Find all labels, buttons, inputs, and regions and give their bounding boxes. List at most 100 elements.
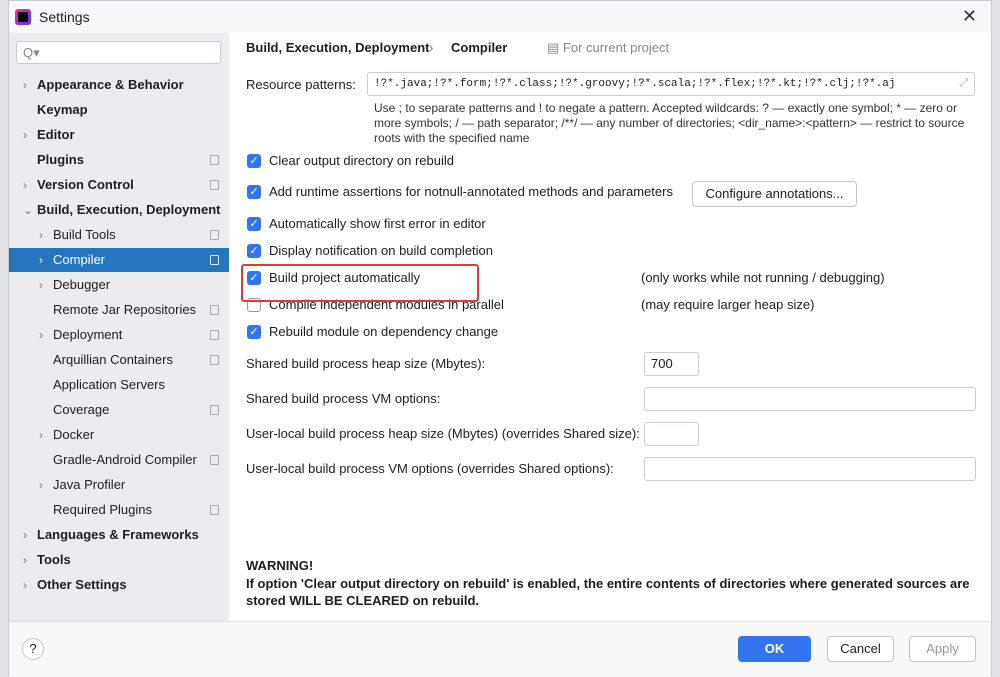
resource-patterns-value: !?*.java;!?*.form;!?*.class;!?*.groovy;!…	[374, 78, 896, 90]
sidebar-item-label: Editor	[37, 127, 75, 142]
sidebar-item-label: Other Settings	[37, 577, 127, 592]
chevron-icon[interactable]: ⌄	[23, 198, 33, 222]
resource-patterns-label: Resource patterns:	[246, 77, 356, 92]
option-note: (may require larger heap size)	[641, 297, 815, 312]
project-scope-icon	[210, 305, 219, 315]
project-scope-icon	[210, 405, 219, 415]
sidebar-item-label: Keymap	[37, 102, 88, 117]
checkbox-label[interactable]: Clear output directory on rebuild	[269, 153, 454, 168]
sidebar-item[interactable]: Keymap	[9, 98, 229, 122]
field-input[interactable]	[644, 457, 976, 481]
chevron-icon[interactable]: ›	[23, 173, 27, 197]
expand-icon[interactable]: ⤢	[959, 73, 968, 95]
apply-button[interactable]: Apply	[909, 636, 976, 662]
sidebar-item[interactable]: › Compiler	[9, 248, 229, 272]
sidebar-item-label: Arquillian Containers	[53, 352, 173, 367]
help-button[interactable]: ?	[22, 638, 44, 660]
sidebar-item-label: Version Control	[37, 177, 134, 192]
scope-label: ▤ For current project	[547, 40, 669, 56]
breadcrumb-separator: ›	[429, 40, 434, 55]
sidebar-item-label: Remote Jar Repositories	[53, 302, 197, 317]
project-scope-icon	[210, 230, 219, 240]
sidebar-item[interactable]: › Deployment	[9, 323, 229, 347]
sidebar-item[interactable]: Gradle-Android Compiler	[9, 448, 229, 472]
sidebar-item-label: Debugger	[53, 277, 111, 292]
sidebar-item-label: Compiler	[53, 252, 106, 267]
project-scope-icon	[210, 180, 219, 190]
sidebar-item[interactable]: › Build Tools	[9, 223, 229, 247]
field-input[interactable]	[644, 387, 976, 411]
chevron-icon[interactable]: ›	[39, 423, 43, 447]
field-label: User-local build process heap size (Mbyt…	[246, 426, 640, 441]
configure-annotations-button[interactable]: Configure annotations...	[692, 181, 857, 207]
resource-patterns-help: Use ; to separate patterns and ! to nega…	[374, 101, 965, 145]
sidebar-item-label: Deployment	[53, 327, 123, 342]
checkbox[interactable]: ✓	[247, 154, 261, 168]
chevron-icon[interactable]: ›	[39, 223, 43, 247]
title-bar: Settings ✕	[9, 1, 991, 33]
highlight-box	[241, 264, 479, 302]
chevron-icon[interactable]: ›	[23, 523, 27, 547]
cancel-button[interactable]: Cancel	[827, 636, 894, 662]
sidebar-item[interactable]: › Version Control	[9, 173, 229, 197]
sidebar-item-label: Plugins	[37, 152, 84, 167]
sidebar-item[interactable]: Remote Jar Repositories	[9, 298, 229, 322]
checkbox-label[interactable]: Display notification on build completion	[269, 243, 493, 258]
checkbox[interactable]: ✓	[247, 244, 261, 258]
sidebar-item[interactable]: › Docker	[9, 423, 229, 447]
checkbox-label[interactable]: Automatically show first error in editor	[269, 216, 486, 231]
field-label: Shared build process heap size (Mbytes):	[246, 356, 486, 371]
sidebar-item[interactable]: › Appearance & Behavior	[9, 73, 229, 97]
sidebar-item-label: Build, Execution, Deployment	[37, 202, 221, 217]
checkbox[interactable]: ✓	[247, 185, 261, 199]
project-scope-icon	[210, 330, 219, 340]
sidebar-item[interactable]: Arquillian Containers	[9, 348, 229, 372]
window-title: Settings	[39, 9, 90, 25]
settings-dialog: Settings ✕ Q▾ › Appearance & Behavior Keym…	[8, 0, 992, 677]
sidebar-item[interactable]: › Editor	[9, 123, 229, 147]
sidebar-item[interactable]: ⌄ Build, Execution, Deployment	[9, 198, 229, 222]
sidebar-item[interactable]: › Languages & Frameworks	[9, 523, 229, 547]
sidebar-item[interactable]: › Tools	[9, 548, 229, 572]
chevron-icon[interactable]: ›	[23, 123, 27, 147]
sidebar-item-label: Languages & Frameworks	[37, 527, 199, 542]
chevron-icon[interactable]: ›	[39, 273, 43, 297]
chevron-icon[interactable]: ›	[39, 323, 43, 347]
sidebar-item-label: Java Profiler	[53, 477, 126, 492]
project-scope-icon	[210, 355, 219, 365]
sidebar-item-label: Tools	[37, 552, 71, 567]
sidebar-item[interactable]: › Other Settings	[9, 573, 229, 597]
search-input[interactable]: Q▾	[16, 41, 221, 64]
chevron-icon[interactable]: ›	[23, 548, 27, 572]
checkbox-label[interactable]: Rebuild module on dependency change	[269, 324, 498, 339]
sidebar-item-label: Build Tools	[53, 227, 116, 242]
sidebar-item[interactable]: Required Plugins	[9, 498, 229, 522]
sidebar-item[interactable]: Application Servers	[9, 373, 229, 397]
field-input[interactable]	[644, 422, 699, 446]
chevron-icon[interactable]: ›	[23, 73, 27, 97]
warning-title: WARNING!	[246, 558, 314, 573]
checkbox-label[interactable]: Add runtime assertions for notnull-annot…	[269, 184, 673, 199]
checkbox[interactable]: ✓	[247, 325, 261, 339]
option-note: (only works while not running / debuggin…	[641, 270, 885, 285]
breadcrumb-parent[interactable]: Build, Execution, Deployment	[246, 40, 429, 55]
chevron-icon[interactable]: ›	[39, 248, 43, 272]
sidebar-item[interactable]: Plugins	[9, 148, 229, 172]
sidebar-item[interactable]: Coverage	[9, 398, 229, 422]
project-scope-icon	[210, 155, 219, 165]
breadcrumb-current: Compiler	[451, 40, 508, 55]
field-label: User-local build process VM options (ove…	[246, 461, 614, 476]
chevron-icon[interactable]: ›	[23, 573, 27, 597]
sidebar-item[interactable]: › Debugger	[9, 273, 229, 297]
ok-button[interactable]: OK	[738, 636, 811, 662]
resource-patterns-input[interactable]: !?*.java;!?*.form;!?*.class;!?*.groovy;!…	[367, 72, 975, 96]
intellij-logo-icon	[15, 9, 31, 25]
project-scope-icon	[210, 255, 219, 265]
sidebar-item[interactable]: › Java Profiler	[9, 473, 229, 497]
checkbox[interactable]: ✓	[247, 217, 261, 231]
field-input[interactable]: 700	[644, 352, 699, 376]
close-icon[interactable]: ✕	[962, 6, 977, 27]
sidebar: Q▾ › Appearance & Behavior Keymap › Editor Pl…	[9, 33, 229, 621]
sidebar-item-label: Required Plugins	[53, 502, 153, 517]
chevron-icon[interactable]: ›	[39, 473, 43, 497]
